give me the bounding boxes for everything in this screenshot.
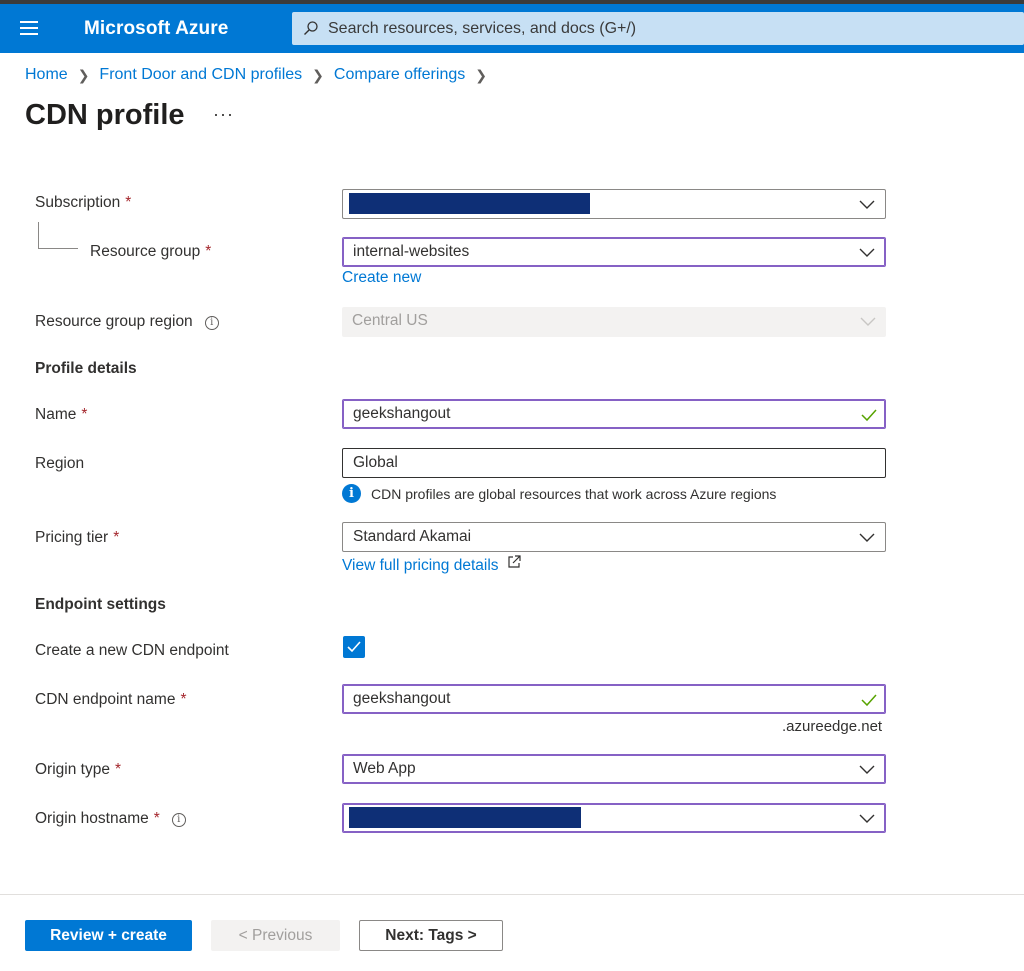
redacted-value bbox=[349, 193, 590, 214]
region-label: Region bbox=[35, 455, 84, 473]
subscription-label: Subscription * bbox=[35, 194, 131, 212]
origin-type-dropdown[interactable]: Web App bbox=[342, 754, 886, 784]
breadcrumb-compare-offerings[interactable]: Compare offerings bbox=[334, 66, 465, 84]
redacted-value bbox=[349, 807, 581, 828]
resource-group-dropdown[interactable]: internal-websites bbox=[342, 237, 886, 267]
previous-button: < Previous bbox=[211, 920, 340, 951]
origin-hostname-label-text: Origin hostname bbox=[35, 810, 149, 827]
origin-type-label: Origin type * bbox=[35, 761, 121, 779]
pricing-tier-label-text: Pricing tier bbox=[35, 529, 109, 546]
origin-type-label-text: Origin type bbox=[35, 761, 110, 778]
required-marker: * bbox=[205, 243, 212, 260]
region-field[interactable]: Global bbox=[342, 448, 886, 478]
create-endpoint-checkbox[interactable] bbox=[343, 636, 365, 658]
chevron-down-icon bbox=[859, 200, 875, 209]
review-create-button[interactable]: Review + create bbox=[25, 920, 192, 951]
checkmark-icon bbox=[861, 409, 877, 422]
checkmark-icon bbox=[861, 694, 877, 707]
endpoint-settings-heading: Endpoint settings bbox=[35, 596, 166, 613]
chevron-right-icon: ❯ bbox=[77, 66, 90, 83]
search-input[interactable] bbox=[328, 12, 1008, 45]
tree-connector bbox=[38, 248, 78, 249]
required-marker: * bbox=[81, 406, 88, 423]
subscription-dropdown[interactable] bbox=[342, 189, 886, 219]
endpoint-domain-suffix: .azureedge.net bbox=[782, 718, 883, 735]
profile-details-heading: Profile details bbox=[35, 360, 137, 377]
endpoint-name-label-text: CDN endpoint name bbox=[35, 691, 176, 708]
footer-divider bbox=[0, 894, 1024, 895]
name-label: Name * bbox=[35, 406, 87, 424]
name-input[interactable]: geekshangout bbox=[342, 399, 886, 429]
info-icon: i bbox=[342, 484, 361, 503]
more-options-button[interactable]: ··· bbox=[213, 104, 234, 125]
required-marker: * bbox=[125, 194, 132, 211]
endpoint-name-label: CDN endpoint name * bbox=[35, 691, 187, 709]
pricing-tier-label: Pricing tier * bbox=[35, 529, 119, 547]
required-marker: * bbox=[153, 810, 160, 827]
chevron-down-icon bbox=[859, 533, 875, 542]
breadcrumb-home[interactable]: Home bbox=[25, 66, 68, 84]
top-bar: Microsoft Azure bbox=[0, 0, 1024, 53]
resource-group-region-label: Resource group region i bbox=[35, 313, 219, 331]
breadcrumb: Home ❯ Front Door and CDN profiles ❯ Com… bbox=[25, 66, 497, 84]
external-link-icon bbox=[508, 555, 521, 568]
resource-group-value: internal-websites bbox=[353, 243, 470, 260]
resource-group-label: Resource group * bbox=[90, 243, 211, 261]
view-pricing-details-link[interactable]: View full pricing details bbox=[342, 555, 521, 575]
create-endpoint-label-text: Create a new CDN endpoint bbox=[35, 642, 229, 659]
chevron-down-icon bbox=[860, 317, 876, 326]
name-value: geekshangout bbox=[353, 405, 451, 422]
tree-connector bbox=[38, 222, 39, 248]
info-icon[interactable]: i bbox=[171, 813, 186, 827]
origin-type-value: Web App bbox=[353, 760, 416, 777]
portal-brand[interactable]: Microsoft Azure bbox=[84, 18, 228, 40]
origin-hostname-dropdown[interactable] bbox=[342, 803, 886, 833]
origin-hostname-label: Origin hostname * i bbox=[35, 810, 186, 828]
page-title: CDN profile bbox=[25, 99, 185, 131]
name-label-text: Name bbox=[35, 406, 77, 423]
region-info-note: i CDN profiles are global resources that… bbox=[342, 484, 776, 503]
chevron-down-icon bbox=[859, 765, 875, 774]
checkmark-icon bbox=[347, 641, 361, 653]
resource-group-label-text: Resource group bbox=[90, 243, 201, 260]
subscription-label-text: Subscription bbox=[35, 194, 121, 211]
chevron-right-icon: ❯ bbox=[312, 66, 324, 83]
view-pricing-details-text: View full pricing details bbox=[342, 557, 499, 574]
info-icon[interactable]: i bbox=[204, 316, 219, 330]
endpoint-name-value: geekshangout bbox=[353, 690, 451, 707]
region-value: Global bbox=[353, 454, 398, 471]
next-tags-button[interactable]: Next: Tags > bbox=[359, 920, 503, 951]
pricing-tier-value: Standard Akamai bbox=[353, 528, 472, 545]
chevron-down-icon bbox=[859, 248, 875, 257]
required-marker: * bbox=[113, 529, 120, 546]
region-info-text: CDN profiles are global resources that w… bbox=[371, 485, 777, 502]
resource-group-region-dropdown: Central US bbox=[342, 307, 886, 337]
breadcrumb-front-door-cdn-profiles[interactable]: Front Door and CDN profiles bbox=[99, 66, 302, 84]
chevron-right-icon: ❯ bbox=[475, 66, 487, 83]
required-marker: * bbox=[180, 691, 187, 708]
create-endpoint-label: Create a new CDN endpoint bbox=[35, 642, 229, 660]
pricing-tier-dropdown[interactable]: Standard Akamai bbox=[342, 522, 886, 552]
resource-group-region-value: Central US bbox=[352, 312, 428, 329]
create-new-resource-group-link[interactable]: Create new bbox=[342, 269, 421, 287]
region-label-text: Region bbox=[35, 455, 85, 472]
global-search[interactable] bbox=[292, 12, 1024, 45]
search-icon bbox=[304, 21, 318, 36]
resource-group-region-label-text: Resource group region bbox=[35, 313, 193, 330]
endpoint-name-input[interactable]: geekshangout bbox=[342, 684, 886, 714]
chevron-down-icon bbox=[859, 814, 875, 823]
required-marker: * bbox=[114, 761, 121, 778]
menu-icon[interactable] bbox=[20, 21, 40, 35]
